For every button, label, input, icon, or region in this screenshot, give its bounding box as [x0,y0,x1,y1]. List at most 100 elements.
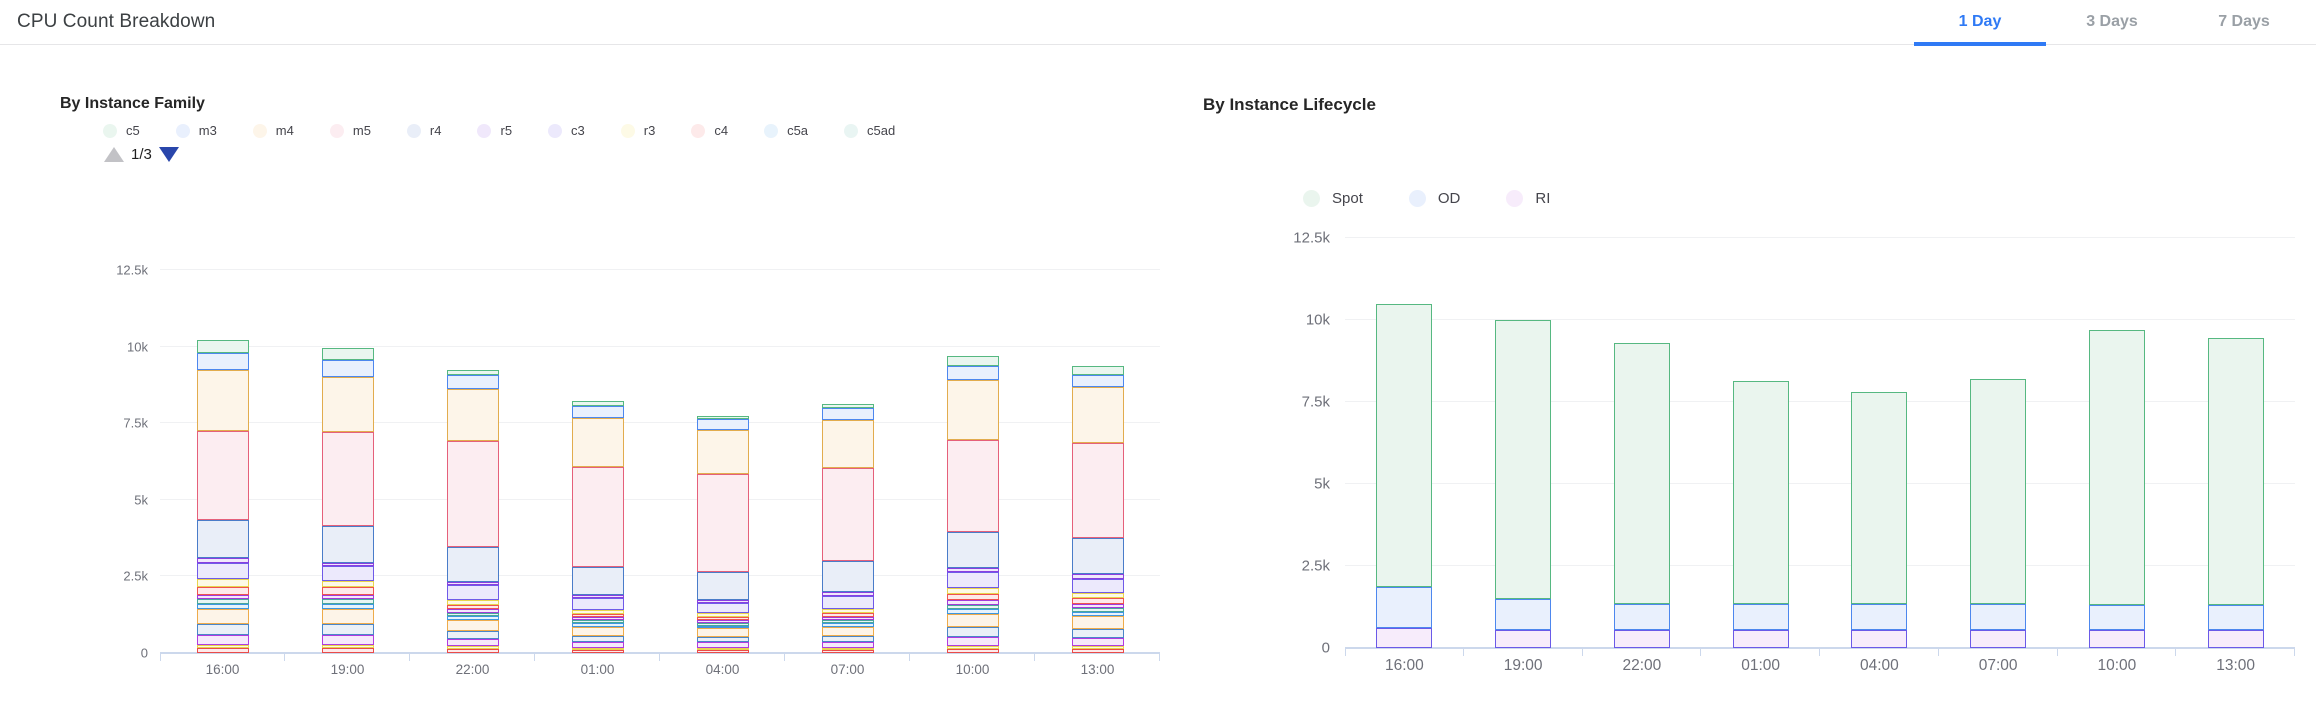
bar-segment[interactable] [197,609,249,624]
bar-segment[interactable] [947,649,999,653]
bar-segment-m4[interactable] [322,377,374,432]
bar-segment-m3[interactable] [322,360,374,377]
bar-segment-OD[interactable] [1733,604,1789,630]
bar-segment-Spot[interactable] [1733,381,1789,604]
bar-22:00[interactable] [1614,343,1670,648]
bar-segment-OD[interactable] [1851,604,1907,630]
legend-item-OD[interactable]: OD [1409,190,1461,207]
legend-prev-icon[interactable] [104,147,124,162]
bar-segment[interactable] [1072,616,1124,629]
bar-segment-c3[interactable] [697,603,749,614]
bar-segment-c4[interactable] [197,587,249,595]
bar-segment-r4[interactable] [322,526,374,563]
bar-segment-m5[interactable] [822,468,874,561]
bar-segment-m4[interactable] [447,389,499,441]
bar-segment-Spot[interactable] [1851,392,1907,604]
bar-segment-m3[interactable] [197,353,249,370]
bar-segment-Spot[interactable] [2089,330,2145,606]
bar-segment-Spot[interactable] [1376,304,1432,588]
bar-segment-m5[interactable] [1072,443,1124,538]
bar-segment[interactable] [447,649,499,653]
bar-segment-RI[interactable] [1614,630,1670,648]
bar-16:00[interactable] [197,340,249,653]
bar-segment[interactable] [1072,649,1124,653]
bar-segment[interactable] [947,614,999,628]
bar-segment-RI[interactable] [2208,630,2264,648]
bar-segment-m3[interactable] [947,366,999,380]
bar-segment[interactable] [197,624,249,635]
bar-segment[interactable] [322,648,374,653]
bar-13:00[interactable] [2208,338,2264,648]
legend-item-r3[interactable]: r3 [621,123,656,138]
legend-item-r4[interactable]: r4 [407,123,442,138]
bar-segment-Spot[interactable] [1495,320,1551,599]
bar-segment-m4[interactable] [697,430,749,474]
bar-segment-m3[interactable] [447,375,499,389]
bar-segment-OD[interactable] [2089,605,2145,630]
bar-segment-RI[interactable] [1970,630,2026,648]
legend-next-icon[interactable] [159,147,179,162]
legend-item-m4[interactable]: m4 [253,123,294,138]
bar-16:00[interactable] [1376,304,1432,648]
bar-segment-c3[interactable] [822,596,874,610]
bar-segment-m5[interactable] [697,474,749,572]
bar-segment-m3[interactable] [572,406,624,418]
bar-segment-c3[interactable] [947,572,999,587]
bar-segment[interactable] [947,627,999,636]
bar-segment-c4[interactable] [322,587,374,595]
bar-segment-RI[interactable] [1851,630,1907,648]
bar-segment-m4[interactable] [1072,387,1124,443]
bar-segment-r4[interactable] [1072,538,1124,574]
bar-segment-c5[interactable] [322,348,374,360]
bar-19:00[interactable] [322,348,374,653]
bar-segment[interactable] [822,627,874,636]
bar-segment-OD[interactable] [1614,604,1670,630]
bar-segment-c5[interactable] [197,340,249,352]
bar-segment-r4[interactable] [822,561,874,592]
bar-segment-m4[interactable] [822,420,874,467]
bar-07:00[interactable] [822,404,874,653]
bar-segment[interactable] [1072,638,1124,647]
legend-item-c4[interactable]: c4 [691,123,728,138]
bar-segment[interactable] [822,650,874,653]
tab-7-days[interactable]: 7 Days [2178,0,2310,45]
bar-segment-Spot[interactable] [2208,338,2264,605]
bar-segment-m5[interactable] [447,441,499,547]
legend-item-c3[interactable]: c3 [548,123,585,138]
bar-segment-m3[interactable] [822,408,874,420]
legend-item-m3[interactable]: m3 [176,123,217,138]
bar-segment[interactable] [447,639,499,647]
tab-1-day[interactable]: 1 Day [1914,0,2046,45]
bar-segment-m5[interactable] [197,431,249,520]
bar-segment-m4[interactable] [947,380,999,440]
bar-segment-c3[interactable] [1072,579,1124,593]
legend-item-Spot[interactable]: Spot [1303,190,1363,207]
bar-01:00[interactable] [572,401,624,653]
bar-segment-OD[interactable] [1376,587,1432,628]
bar-22:00[interactable] [447,370,499,653]
bar-segment-RI[interactable] [1495,630,1551,648]
bar-segment-OD[interactable] [1970,604,2026,630]
bar-segment-c3[interactable] [572,598,624,610]
bar-segment-c5[interactable] [947,356,999,366]
bar-segment[interactable] [1072,629,1124,638]
bar-04:00[interactable] [697,416,749,653]
bar-segment[interactable] [947,637,999,646]
bar-10:00[interactable] [2089,330,2145,648]
bar-segment-r3[interactable] [197,579,249,587]
bar-segment-c5[interactable] [1072,366,1124,375]
legend-item-c5a[interactable]: c5a [764,123,808,138]
bar-segment[interactable] [697,650,749,653]
bar-segment[interactable] [447,620,499,631]
bar-segment-OD[interactable] [2208,605,2264,630]
bar-segment-m3[interactable] [697,419,749,430]
bar-segment-c3[interactable] [322,566,374,581]
bar-10:00[interactable] [947,356,999,653]
bar-segment-m4[interactable] [572,418,624,467]
bar-segment-m5[interactable] [322,432,374,525]
bar-segment-c3[interactable] [197,563,249,580]
bar-segment-Spot[interactable] [1614,343,1670,604]
bar-segment-RI[interactable] [1376,628,1432,648]
bar-segment-m5[interactable] [572,467,624,567]
bar-01:00[interactable] [1733,381,1789,648]
